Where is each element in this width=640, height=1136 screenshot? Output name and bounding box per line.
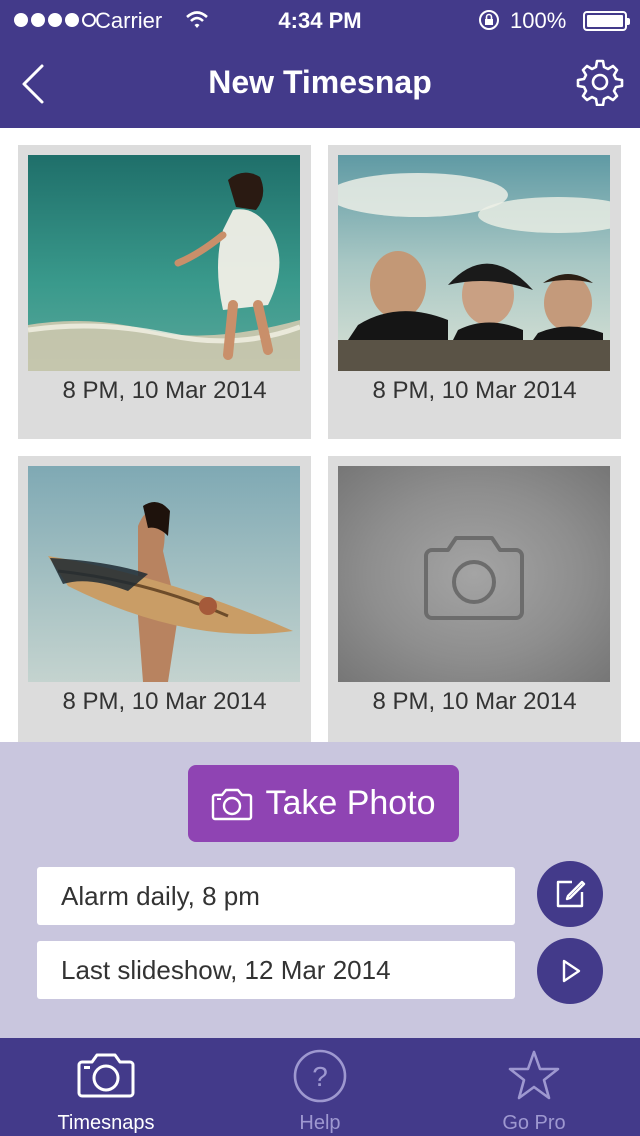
status-bar: Carrier 4:34 PM 100% [0,0,640,40]
timesnap-grid: 8 PM, 10 Mar 2014 8 PM, 10 Mar 2014 8 PM… [0,128,640,742]
tab-label: Go Pro [502,1112,566,1134]
tab-label: Timesnaps [57,1112,155,1134]
edit-alarm-button[interactable] [537,861,603,927]
play-slideshow-button[interactable] [537,938,603,1004]
slideshow-field[interactable]: Last slideshow, 12 Mar 2014 [37,941,515,999]
snap-timestamp: 8 PM, 10 Mar 2014 [372,377,577,404]
question-icon: ? [293,1049,347,1103]
action-panel: Take Photo Alarm daily, 8 pm Last slides… [0,742,640,1038]
battery-icon [583,11,630,31]
take-photo-label: Take Photo [265,784,436,822]
timesnap-card[interactable]: 8 PM, 10 Mar 2014 [18,456,311,742]
timesnap-card[interactable]: 8 PM, 10 Mar 2014 [328,145,621,439]
beach-photo [28,155,300,371]
friends-photo [338,155,610,371]
battery-percent: 100% [510,8,567,33]
tab-bar: Timesnaps ? Help Go Pro [0,1038,640,1136]
gear-icon[interactable] [576,58,624,106]
snap-timestamp: 8 PM, 10 Mar 2014 [372,688,577,715]
timesnap-card[interactable]: 8 PM, 10 Mar 2014 [18,145,311,439]
tab-go-pro[interactable]: Go Pro [454,1038,614,1136]
photo-placeholder [338,466,610,682]
surfboard-photo [28,466,300,682]
snap-timestamp: 8 PM, 10 Mar 2014 [62,377,267,404]
star-icon [508,1050,560,1100]
snap-timestamp: 8 PM, 10 Mar 2014 [62,688,267,715]
svg-text:?: ? [312,1061,328,1092]
alarm-text: Alarm daily, 8 pm [61,880,260,911]
camera-icon [212,788,253,820]
tab-timesnaps[interactable]: Timesnaps [26,1038,186,1136]
top-bar: Carrier 4:34 PM 100% New Timesnap [0,0,640,128]
take-photo-button[interactable]: Take Photo [188,765,459,842]
play-icon [562,959,581,983]
camera-icon [77,1053,135,1098]
timesnap-card-empty[interactable]: 8 PM, 10 Mar 2014 [328,456,621,742]
slideshow-text: Last slideshow, 12 Mar 2014 [61,954,391,985]
tab-label: Help [299,1112,341,1134]
tab-help[interactable]: ? Help [240,1038,400,1136]
camera-icon [424,536,524,620]
edit-icon [556,880,586,908]
alarm-field[interactable]: Alarm daily, 8 pm [37,867,515,925]
page-title: New Timesnap [208,64,432,100]
orientation-lock-icon [479,10,499,30]
